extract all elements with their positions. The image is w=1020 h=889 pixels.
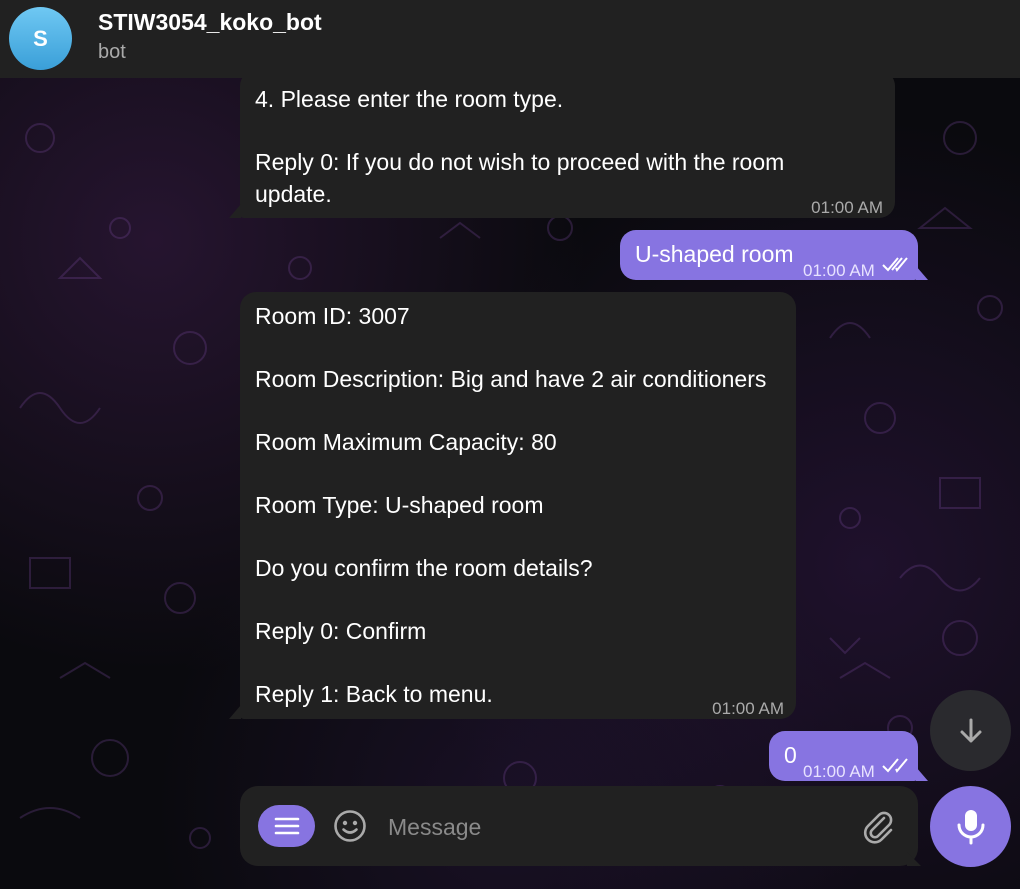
message-time: 01:00 AM xyxy=(803,762,875,781)
microphone-icon xyxy=(957,809,984,844)
scroll-to-bottom-button[interactable] xyxy=(930,690,1011,771)
message-incoming[interactable]: 4. Please enter the room type. Reply 0: … xyxy=(240,70,895,218)
bot-menu-button[interactable] xyxy=(258,805,315,847)
message-text-line: Reply 0: Confirm xyxy=(255,618,427,644)
message-outgoing[interactable]: U-shaped room 01:00 AM xyxy=(620,230,918,280)
message-outgoing[interactable]: 0 01:00 AM xyxy=(769,731,918,781)
chat-subtitle: bot xyxy=(98,41,126,63)
avatar[interactable]: S xyxy=(9,7,72,70)
message-text-line xyxy=(255,522,781,554)
message-time: 01:00 AM xyxy=(712,699,784,718)
message-text-line xyxy=(255,648,781,680)
arrow-down-icon xyxy=(960,718,981,742)
chat-title: STIW3054_koko_bot xyxy=(98,9,322,35)
emoji-icon[interactable] xyxy=(333,809,367,843)
message-text-line: update. xyxy=(255,180,332,207)
chat-header[interactable]: S STIW3054_koko_bot bot xyxy=(0,0,1020,78)
double-check-icon xyxy=(882,758,908,773)
message-text-line: Reply 0: If you do not wish to proceed w… xyxy=(255,149,785,175)
voice-message-button[interactable] xyxy=(930,786,1011,867)
message-text-line: Room Description: Big and have 2 air con… xyxy=(255,366,767,392)
message-text-line xyxy=(255,585,781,617)
message-text-line xyxy=(255,396,781,428)
message-text-line: 4. Please enter the room type. xyxy=(255,86,564,112)
message-text-line xyxy=(255,333,781,365)
message-text-line xyxy=(255,116,880,148)
message-time: 01:00 AM xyxy=(811,198,883,217)
double-check-icon xyxy=(882,257,908,272)
message-incoming[interactable]: Room ID: 3007 Room Description: Big and … xyxy=(240,292,796,719)
message-text-line: Reply 1: Back to menu. xyxy=(255,681,493,707)
message-composer xyxy=(240,786,918,866)
paperclip-icon[interactable] xyxy=(860,808,896,844)
message-text-line: Do you confirm the room details? xyxy=(255,555,593,581)
message-text-line: Room ID: 3007 xyxy=(255,303,410,329)
message-text-line: Room Type: U-shaped room xyxy=(255,492,544,518)
message-text-line xyxy=(255,459,781,491)
message-input[interactable] xyxy=(386,806,840,848)
menu-icon xyxy=(274,817,299,835)
message-text-line: Room Maximum Capacity: 80 xyxy=(255,429,557,455)
message-time: 01:00 AM xyxy=(803,261,875,280)
